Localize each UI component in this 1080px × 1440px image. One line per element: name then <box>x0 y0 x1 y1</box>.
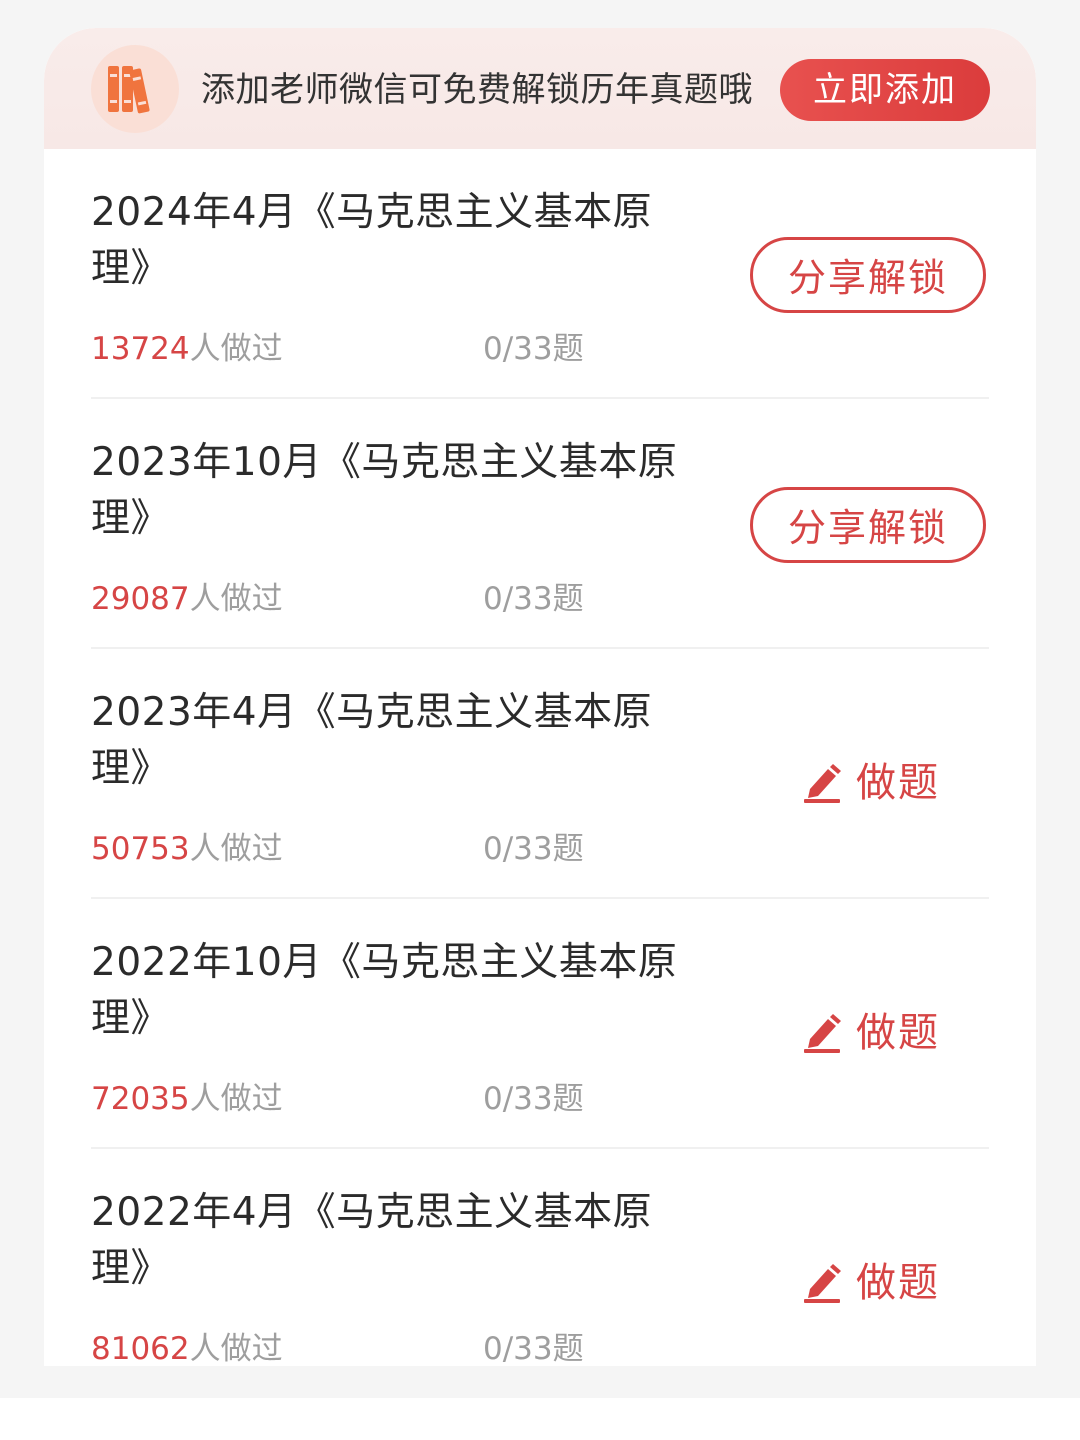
wechat-promo-banner: 添加老师微信可免费解锁历年真题哦 立即添加 <box>44 28 1036 149</box>
attempt-count-suffix: 人做过 <box>189 331 283 367</box>
question-progress: 0/33题 <box>483 1331 584 1366</box>
attempt-count-number: 81062 <box>91 1331 190 1366</box>
share-unlock-button[interactable]: 分享解锁 <box>750 237 986 313</box>
banner-text: 添加老师微信可免费解锁历年真题哦 <box>201 70 753 110</box>
attempt-count: 13724人做过 <box>91 329 283 369</box>
exam-list: 2024年4月《马克思主义基本原理》 13724人做过 0/33题 分享解锁 2… <box>44 149 1036 1366</box>
exam-title: 2024年4月《马克思主义基本原理》 <box>91 190 653 291</box>
do-questions-button[interactable]: 做题 <box>802 755 940 811</box>
attempt-count: 50753人做过 <box>91 829 283 869</box>
question-progress: 0/33题 <box>483 1081 584 1117</box>
do-questions-label: 做题 <box>856 1260 940 1306</box>
share-unlock-button[interactable]: 分享解锁 <box>750 487 986 563</box>
attempt-count: 81062人做过 <box>91 1329 283 1366</box>
attempt-count-number: 72035 <box>91 1081 190 1117</box>
do-questions-label: 做题 <box>856 1010 940 1056</box>
list-item[interactable]: 2022年4月《马克思主义基本原理》 81062人做过 0/33题 做题 <box>44 1149 1036 1366</box>
attempt-count-number: 13724 <box>91 331 190 367</box>
list-item[interactable]: 2023年10月《马克思主义基本原理》 29087人做过 0/33题 分享解锁 <box>44 399 1036 649</box>
exam-list-card: 添加老师微信可免费解锁历年真题哦 立即添加 2024年4月《马克思主义基本原理》… <box>44 28 1036 1366</box>
add-now-button[interactable]: 立即添加 <box>780 59 990 121</box>
bottom-strip <box>0 1398 1080 1440</box>
list-item[interactable]: 2023年4月《马克思主义基本原理》 50753人做过 0/33题 做题 <box>44 649 1036 899</box>
do-questions-button[interactable]: 做题 <box>802 1255 940 1311</box>
exam-title: 2022年4月《马克思主义基本原理》 <box>91 1190 653 1291</box>
list-item[interactable]: 2024年4月《马克思主义基本原理》 13724人做过 0/33题 分享解锁 <box>44 149 1036 399</box>
list-item[interactable]: 2022年10月《马克思主义基本原理》 72035人做过 0/33题 做题 <box>44 899 1036 1149</box>
exam-title: 2022年10月《马克思主义基本原理》 <box>91 940 678 1041</box>
do-questions-button[interactable]: 做题 <box>802 1005 940 1061</box>
question-progress: 0/33题 <box>483 581 584 617</box>
attempt-count-suffix: 人做过 <box>189 1331 283 1366</box>
attempt-count-number: 50753 <box>91 831 190 867</box>
exam-title: 2023年10月《马克思主义基本原理》 <box>91 440 678 541</box>
pencil-icon <box>802 763 846 803</box>
do-questions-label: 做题 <box>856 760 940 806</box>
pencil-icon <box>802 1263 846 1303</box>
question-progress: 0/33题 <box>483 331 584 367</box>
pencil-icon <box>802 1013 846 1053</box>
attempt-count-number: 29087 <box>91 581 190 617</box>
attempt-count-suffix: 人做过 <box>189 1081 283 1117</box>
books-icon <box>91 45 179 133</box>
attempt-count-suffix: 人做过 <box>189 831 283 867</box>
attempt-count-suffix: 人做过 <box>189 581 283 617</box>
exam-title: 2023年4月《马克思主义基本原理》 <box>91 690 653 791</box>
attempt-count: 29087人做过 <box>91 579 283 619</box>
question-progress: 0/33题 <box>483 831 584 867</box>
attempt-count: 72035人做过 <box>91 1079 283 1119</box>
